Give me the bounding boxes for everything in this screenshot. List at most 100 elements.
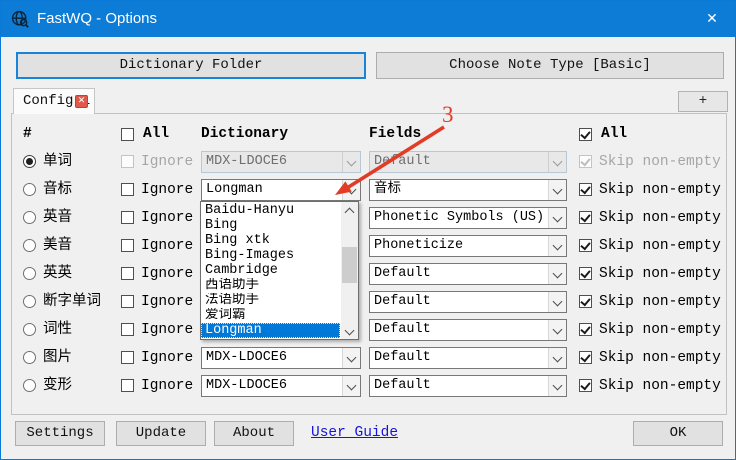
skip-checkbox[interactable] [579,183,592,196]
field-select[interactable]: Default [369,263,567,285]
ignore-checkbox[interactable] [121,351,134,364]
ignore-label: Ignore [141,148,193,176]
field-value: Default [374,292,431,312]
row-radio[interactable] [23,295,36,308]
dropdown-item-selected[interactable]: Longman [201,323,340,338]
row-label: 变形 [43,372,72,400]
field-select[interactable]: Default [369,375,567,397]
chevron-down-icon [548,292,566,312]
skip-checkbox[interactable] [579,267,592,280]
scroll-down-icon[interactable] [341,323,358,339]
row-label: 音标 [43,176,72,204]
dropdown-item[interactable]: 爱词霸 [201,308,340,323]
row-label: 单词 [43,148,72,176]
dropdown-item[interactable]: 法语助手 [201,293,340,308]
row-radio[interactable] [23,239,36,252]
settings-button[interactable]: Settings [15,421,105,446]
field-value: Default [374,348,431,368]
field-select[interactable]: Default [369,319,567,341]
dictionary-dropdown-list: Baidu-Hanyu Bing Bing xtk Bing-Images Ca… [200,201,359,340]
dropdown-item[interactable]: 西语助手 [201,278,340,293]
chevron-down-icon [548,264,566,284]
skip-checkbox[interactable] [579,323,592,336]
row-radio[interactable] [23,351,36,364]
dropdown-item[interactable]: Bing-Images [201,248,340,263]
ok-button[interactable]: OK [633,421,723,446]
ignore-label: Ignore [141,372,193,400]
skip-label: Skip non-empty [599,204,721,232]
skip-checkbox[interactable] [579,239,592,252]
skip-checkbox [579,155,592,168]
dropdown-item[interactable]: Cambridge [201,263,340,278]
field-select[interactable]: Phoneticize [369,235,567,257]
row-radio[interactable] [23,323,36,336]
row-label: 词性 [43,316,72,344]
dictionary-folder-button[interactable]: Dictionary Folder [16,52,366,79]
table-row: 图片 Ignore MDX-LDOCE6 Default Skip non-em… [1,344,736,372]
choose-note-type-button[interactable]: Choose Note Type [Basic] [376,52,724,79]
skip-checkbox[interactable] [579,211,592,224]
window-title: FastWQ - Options [37,1,157,37]
chevron-down-icon [548,376,566,396]
title-bar: FastWQ - Options ✕ [1,1,735,37]
ignore-checkbox[interactable] [121,239,134,252]
dictionary-select-open[interactable]: Longman [201,179,361,201]
ignore-checkbox[interactable] [121,183,134,196]
row-radio[interactable] [23,267,36,280]
skip-checkbox[interactable] [579,295,592,308]
column-header-dictionary: Dictionary [201,123,288,145]
update-button[interactable]: Update [116,421,206,446]
ignore-label: Ignore [141,232,193,260]
dropdown-item[interactable]: Bing [201,218,340,233]
user-guide-link[interactable]: User Guide [311,421,398,446]
tab-close-icon[interactable]: ✕ [75,95,88,108]
row-label: 美音 [43,232,72,260]
ignore-checkbox[interactable] [121,323,134,336]
close-button[interactable]: ✕ [689,1,735,37]
row-radio[interactable] [23,379,36,392]
add-tab-button[interactable]: + [678,91,728,112]
field-value: Default [374,376,431,396]
scroll-up-icon[interactable] [341,202,358,218]
field-select[interactable]: 音标 [369,179,567,201]
row-radio[interactable] [23,211,36,224]
dictionary-select[interactable]: MDX-LDOCE6 [201,375,361,397]
field-select[interactable]: Default [369,291,567,313]
dropdown-scrollbar[interactable] [341,202,358,339]
ignore-all-checkbox[interactable] [121,128,134,141]
chevron-down-icon [342,376,360,396]
field-select[interactable]: Phonetic Symbols (US) [369,207,567,229]
ignore-checkbox [121,155,134,168]
skip-checkbox[interactable] [579,351,592,364]
ignore-label: Ignore [141,176,193,204]
ignore-checkbox[interactable] [121,267,134,280]
row-radio[interactable] [23,155,36,168]
ignore-checkbox[interactable] [121,211,134,224]
ignore-checkbox[interactable] [121,295,134,308]
dropdown-item[interactable]: Baidu-Hanyu [201,203,340,218]
table-row: 音标 Ignore Longman 音标 Skip non-empty [1,176,736,204]
column-header-ignore-all: All [143,123,169,145]
dropdown-item[interactable]: Bing xtk [201,233,340,248]
table-row: 词性 Ignore Default Skip non-empty [1,316,736,344]
row-radio[interactable] [23,183,36,196]
skip-label: Skip non-empty [599,260,721,288]
ignore-label: Ignore [141,344,193,372]
field-select: Default [369,151,567,173]
skip-label: Skip non-empty [599,176,721,204]
tab-config-1[interactable]: Config 1 ✕ [13,88,95,114]
skip-checkbox[interactable] [579,379,592,392]
ignore-checkbox[interactable] [121,379,134,392]
chevron-down-icon [342,348,360,368]
dictionary-select[interactable]: MDX-LDOCE6 [201,347,361,369]
skip-all-checkbox[interactable] [579,128,592,141]
skip-label: Skip non-empty [599,316,721,344]
scrollbar-thumb[interactable] [342,247,357,283]
skip-label: Skip non-empty [599,288,721,316]
chevron-down-icon [548,320,566,340]
field-select[interactable]: Default [369,347,567,369]
about-button[interactable]: About [214,421,294,446]
annotation-step-number: 3 [442,102,454,128]
field-value: Default [374,152,431,172]
field-value: Phonetic Symbols (US) [374,208,544,228]
